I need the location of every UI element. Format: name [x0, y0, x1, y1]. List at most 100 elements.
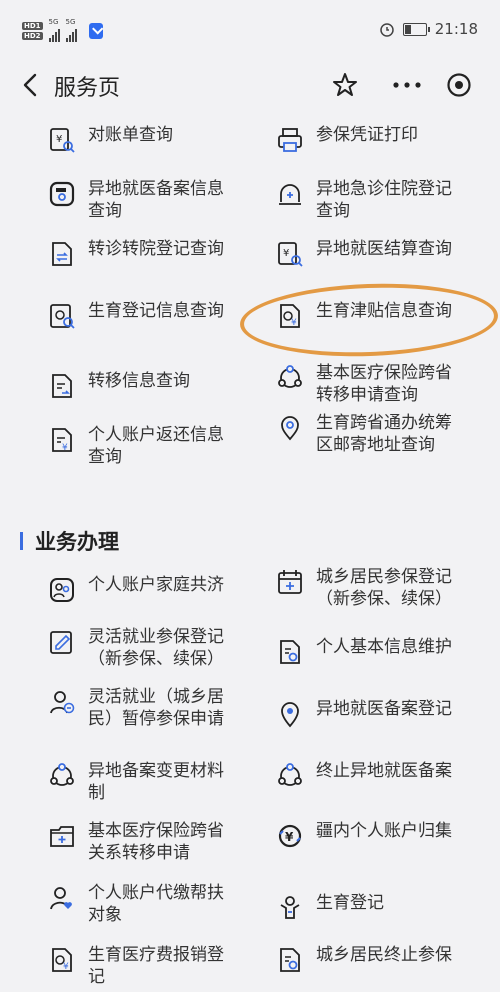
transfer-doc-icon: [52, 242, 72, 266]
item-label: 终止异地就医备案: [316, 761, 452, 781]
maternity-doc-icon: ¥: [52, 948, 72, 972]
clock: 21:18: [434, 20, 478, 38]
security-shield-icon: [88, 23, 103, 39]
location-pin-icon: [281, 416, 299, 441]
battery-icon: [402, 22, 430, 36]
query-item[interactable]: 转诊转院登记查询: [48, 238, 238, 268]
item-label: 异地就医结算查询: [316, 239, 452, 259]
ambulance-icon: [279, 184, 301, 205]
query-item[interactable]: 转移信息查询: [48, 370, 238, 400]
close-mini-program-icon[interactable]: [446, 72, 472, 98]
printer-icon: [278, 128, 302, 152]
refund-doc-icon: ¥: [52, 428, 72, 453]
info-settings-icon: [280, 948, 300, 972]
business-item[interactable]: 异地备案变更材料制: [48, 760, 238, 804]
item-label: 生育登记: [316, 893, 384, 913]
hd-badges: HD1 HD2: [22, 22, 43, 40]
map-pin-icon: [281, 702, 299, 728]
section-header: 业务办理: [20, 526, 119, 556]
yuan-cycle-icon: ¥: [278, 824, 302, 848]
item-label: 基本医疗保险跨省转移申请查询: [316, 363, 452, 405]
item-label: 基本医疗保险跨省关系转移申请: [88, 821, 224, 863]
user-heart-icon: [50, 887, 72, 910]
item-label: 疆内个人账户归集: [316, 821, 452, 841]
business-item[interactable]: 个人基本信息维护: [276, 636, 466, 666]
calendar-add-icon: [278, 570, 302, 594]
item-label: 转移信息查询: [88, 371, 190, 391]
item-label: 灵活就业（城乡居民）暂停参保申请: [88, 687, 224, 729]
business-item[interactable]: 生育登记: [276, 892, 466, 922]
item-label: 异地备案变更材料制: [88, 761, 224, 803]
business-item[interactable]: 终止异地就医备案: [276, 760, 466, 790]
item-label: 城乡居民终止参保: [316, 945, 452, 965]
network-icon: [50, 763, 74, 786]
query-item[interactable]: 异地急诊住院登记查询: [276, 178, 466, 222]
query-item[interactable]: 基本医疗保险跨省转移申请查询: [276, 362, 466, 406]
maternity-search-icon: [50, 304, 75, 329]
info-settings-icon: [280, 640, 300, 664]
star-icon[interactable]: [332, 72, 358, 98]
item-label: 异地急诊住院登记查询: [316, 179, 452, 221]
item-label: 个人账户家庭共济: [88, 575, 224, 595]
page-title: 服务页: [54, 76, 121, 101]
query-item[interactable]: 生育跨省通办统筹区邮寄地址查询: [276, 412, 466, 456]
signal-icon-2: 5G: [65, 18, 77, 42]
highlight-circle: [238, 279, 500, 361]
item-label: 灵活就业参保登记（新参保、续保）: [88, 627, 224, 669]
item-label: 城乡居民参保登记（新参保、续保）: [316, 567, 452, 609]
business-item[interactable]: 基本医疗保险跨省关系转移申请: [48, 820, 238, 864]
business-item[interactable]: 个人账户家庭共济: [48, 574, 238, 604]
item-label: 生育跨省通办统筹区邮寄地址查询: [316, 413, 452, 455]
business-item[interactable]: ¥ 生育医疗费报销登记: [48, 944, 238, 988]
more-icon[interactable]: [390, 72, 424, 98]
signal-icon: 5G: [48, 18, 60, 42]
alarm-icon: [380, 23, 394, 37]
svg-text:¥: ¥: [62, 443, 68, 453]
query-item[interactable]: 参保凭证打印: [276, 124, 466, 154]
business-item[interactable]: 灵活就业（城乡居民）暂停参保申请: [48, 686, 238, 730]
svg-text:¥: ¥: [63, 962, 69, 972]
business-item[interactable]: 异地就医备案登记: [276, 698, 466, 728]
item-label: 生育登记信息查询: [88, 301, 224, 321]
network-icon: [278, 365, 302, 388]
business-item[interactable]: ¥ 疆内个人账户归集: [276, 820, 466, 850]
nav-bar: 服务页: [0, 60, 500, 112]
network-icon: [278, 763, 302, 786]
settlement-icon: ¥: [278, 242, 303, 267]
baby-icon: [280, 896, 300, 919]
item-label: 异地就医备案信息查询: [88, 179, 224, 221]
business-item[interactable]: 城乡居民终止参保: [276, 944, 466, 974]
status-right: 21:18: [379, 20, 478, 38]
query-item[interactable]: ¥ 个人账户返还信息查询: [48, 424, 238, 468]
item-label: 个人账户代缴帮扶对象: [88, 883, 224, 925]
query-item[interactable]: 生育登记信息查询: [48, 300, 238, 330]
folder-add-icon: [50, 826, 74, 847]
business-item[interactable]: 城乡居民参保登记（新参保、续保）: [276, 566, 466, 610]
business-item[interactable]: 灵活就业参保登记（新参保、续保）: [48, 626, 238, 670]
network-type: 5G: [48, 18, 59, 26]
item-label: 对账单查询: [88, 125, 173, 145]
query-item[interactable]: 异地就医备案信息查询: [48, 178, 238, 222]
svg-text:¥: ¥: [285, 830, 294, 844]
business-item[interactable]: 个人账户代缴帮扶对象: [48, 882, 238, 926]
query-item[interactable]: ¥ 异地就医结算查询: [276, 238, 466, 268]
section-accent-bar: [20, 532, 23, 550]
hd2-badge: HD2: [22, 32, 43, 40]
status-bar: HD1 HD2 5G 5G 21:18: [0, 0, 500, 60]
edit-doc-icon: [50, 631, 72, 654]
record-search-icon: [49, 181, 75, 207]
item-label: 参保凭证打印: [316, 125, 418, 145]
transfer-list-icon: [52, 374, 72, 398]
query-item[interactable]: ¥ 对账单查询: [48, 124, 238, 154]
item-label: 生育医疗费报销登记: [88, 945, 224, 987]
hd1-badge: HD1: [22, 22, 43, 30]
section-title: 业务办理: [35, 530, 119, 554]
family-icon: [50, 578, 74, 602]
item-label: 异地就医备案登记: [316, 699, 452, 719]
status-left: HD1 HD2 5G 5G: [22, 18, 103, 42]
bill-search-icon: ¥: [50, 128, 75, 153]
svg-text:¥: ¥: [283, 248, 289, 259]
network-type-2: 5G: [65, 18, 76, 26]
back-arrow-icon[interactable]: [18, 72, 44, 98]
user-pause-icon: [50, 691, 75, 714]
